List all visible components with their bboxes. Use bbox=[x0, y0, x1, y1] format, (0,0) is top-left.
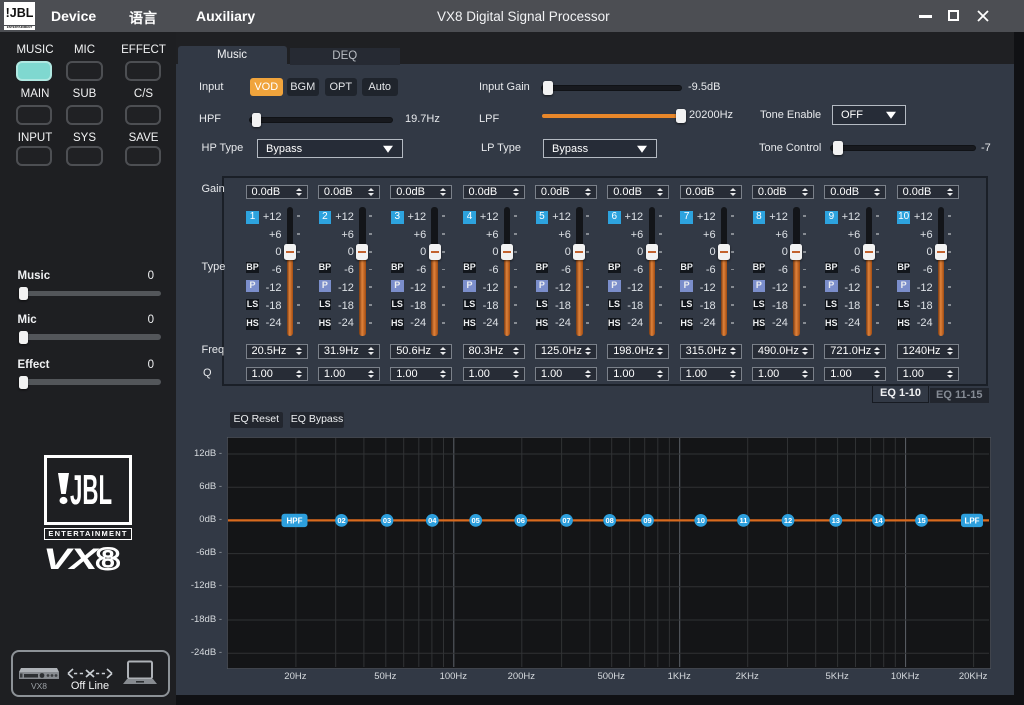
svg-text:04: 04 bbox=[428, 516, 437, 525]
svg-text:13: 13 bbox=[831, 516, 839, 525]
svg-text:11: 11 bbox=[739, 516, 747, 525]
svg-text:15: 15 bbox=[917, 516, 925, 525]
svg-text:HPF: HPF bbox=[286, 516, 302, 525]
svg-text:08: 08 bbox=[605, 516, 613, 525]
svg-text:09: 09 bbox=[643, 516, 651, 525]
svg-text:12: 12 bbox=[783, 516, 791, 525]
svg-text:02: 02 bbox=[337, 516, 345, 525]
svg-text:07: 07 bbox=[562, 516, 570, 525]
svg-text:10: 10 bbox=[696, 516, 704, 525]
svg-text:05: 05 bbox=[471, 516, 479, 525]
svg-text:LPF: LPF bbox=[964, 516, 979, 525]
svg-text:14: 14 bbox=[874, 516, 883, 525]
svg-text:03: 03 bbox=[382, 516, 390, 525]
svg-text:06: 06 bbox=[516, 516, 524, 525]
svg-text:JBL: JBL bbox=[70, 472, 112, 508]
